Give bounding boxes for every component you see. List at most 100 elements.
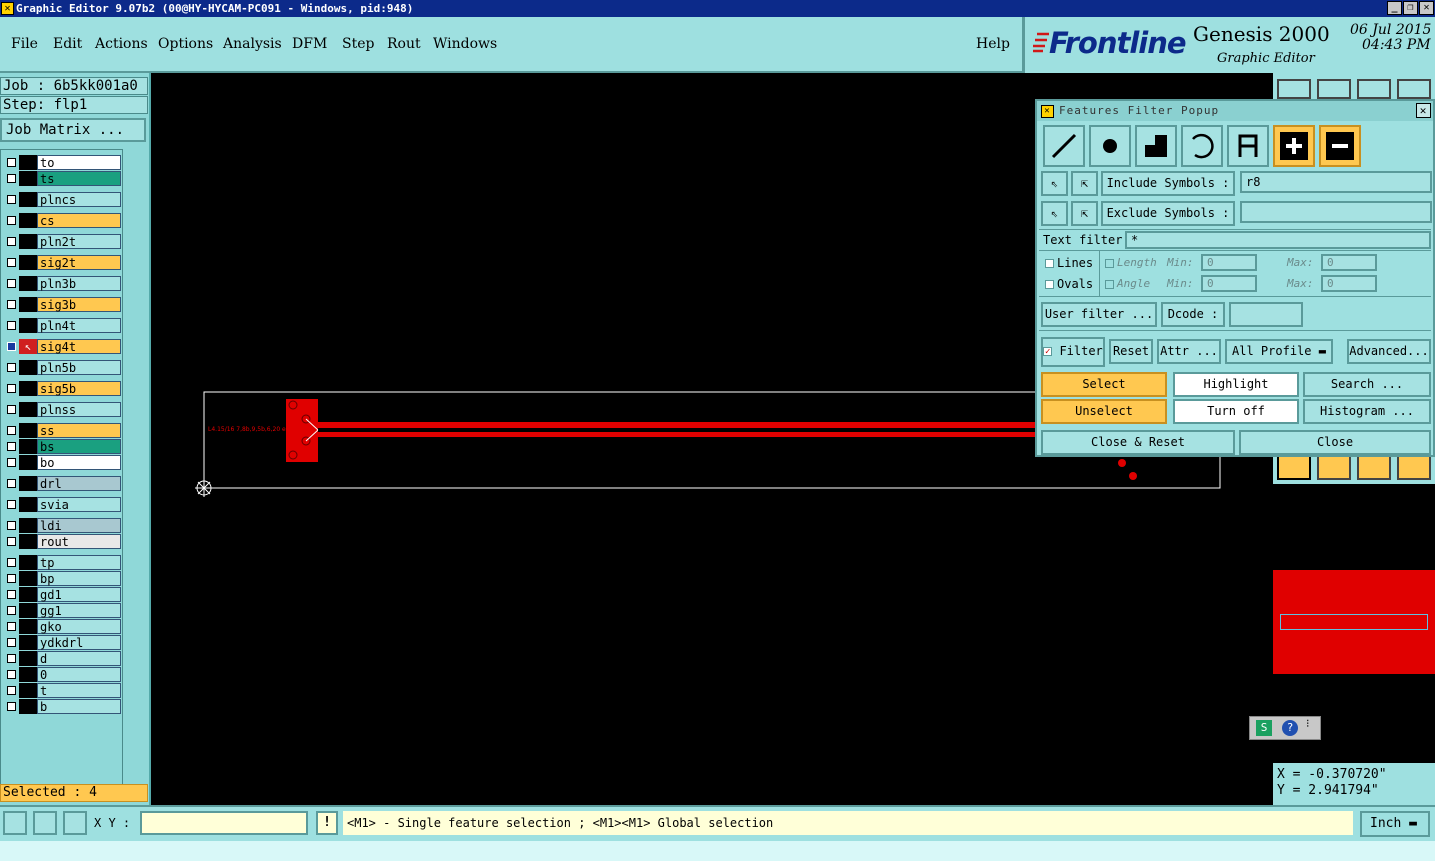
- layer-row-tp[interactable]: tp: [5, 555, 121, 570]
- layer-name[interactable]: ss: [37, 423, 121, 438]
- layer-checkbox[interactable]: [7, 363, 16, 372]
- layer-checkbox[interactable]: [7, 426, 16, 435]
- layer-name[interactable]: bo: [37, 455, 121, 470]
- layer-name[interactable]: sig4t: [37, 339, 121, 354]
- layer-checkbox[interactable]: [7, 216, 16, 225]
- layer-row-bo[interactable]: bo: [5, 455, 121, 470]
- layer-row-t[interactable]: t: [5, 683, 121, 698]
- layer-row-sig5b[interactable]: sig5b: [5, 381, 121, 396]
- lines-checkbox[interactable]: [1045, 259, 1054, 268]
- layer-row-plncs[interactable]: plncs: [5, 192, 121, 207]
- layer-checkbox[interactable]: [7, 654, 16, 663]
- close-reset-button[interactable]: Close & Reset: [1041, 430, 1235, 455]
- advanced-button[interactable]: Advanced...: [1347, 339, 1431, 364]
- minimize-icon[interactable]: _: [1387, 1, 1402, 15]
- layer-row-drl[interactable]: drl: [5, 476, 121, 491]
- layer-affected-indicator[interactable]: [19, 603, 37, 618]
- length-checkbox[interactable]: [1105, 259, 1114, 268]
- layer-name[interactable]: pln3b: [37, 276, 121, 291]
- layer-row-0[interactable]: 0: [5, 667, 121, 682]
- layer-row-bp[interactable]: bp: [5, 571, 121, 586]
- exclude-symbols-input[interactable]: [1240, 201, 1432, 223]
- layer-affected-indicator[interactable]: [19, 276, 37, 291]
- layer-affected-indicator[interactable]: [19, 587, 37, 602]
- layer-name[interactable]: ydkdrl: [37, 635, 121, 650]
- surface-feature-icon[interactable]: [1135, 125, 1177, 167]
- layer-name[interactable]: gd1: [37, 587, 121, 602]
- maximize-icon[interactable]: ❐: [1403, 1, 1418, 15]
- layer-checkbox[interactable]: [7, 702, 16, 711]
- layer-checkbox[interactable]: [7, 300, 16, 309]
- histogram-button[interactable]: Histogram ...: [1303, 399, 1431, 424]
- close-button[interactable]: Close: [1239, 430, 1431, 455]
- layer-name[interactable]: plnss: [37, 402, 121, 417]
- menu-windows[interactable]: Windows: [433, 36, 497, 52]
- unselect-button[interactable]: Unselect: [1041, 399, 1167, 424]
- chevron-down-icon[interactable]: ⁝: [1306, 717, 1310, 730]
- layer-affected-indicator[interactable]: [19, 699, 37, 714]
- layer-row-pln4t[interactable]: pln4t: [5, 318, 121, 333]
- menu-actions[interactable]: Actions: [95, 36, 148, 52]
- popup-title-bar[interactable]: ✕ Features Filter Popup ✕: [1037, 101, 1433, 121]
- layer-checkbox[interactable]: [7, 521, 16, 530]
- grid-icon[interactable]: [63, 811, 87, 835]
- zoom-fit-icon[interactable]: [1357, 79, 1391, 99]
- angle-checkbox[interactable]: [1105, 280, 1114, 289]
- layer-affected-indicator[interactable]: [19, 171, 37, 186]
- layer-name[interactable]: ldi: [37, 518, 121, 533]
- text-feature-icon[interactable]: [1227, 125, 1269, 167]
- layer-checkbox[interactable]: [7, 342, 16, 351]
- layer-name[interactable]: rout: [37, 534, 121, 549]
- menu-edit[interactable]: Edit: [53, 36, 82, 52]
- layer-name[interactable]: 0: [37, 667, 121, 682]
- dcode-input[interactable]: [1229, 302, 1303, 327]
- layer-affected-indicator[interactable]: [19, 534, 37, 549]
- menu-dfm[interactable]: DFM: [292, 36, 327, 52]
- layer-affected-indicator[interactable]: [19, 497, 37, 512]
- layer-name[interactable]: bs: [37, 439, 121, 454]
- line-feature-icon[interactable]: [1043, 125, 1085, 167]
- positive-polarity-icon[interactable]: [1273, 125, 1315, 167]
- zoom-box-icon[interactable]: [1317, 79, 1351, 99]
- angle-min-input[interactable]: 0: [1201, 275, 1257, 292]
- layer-affected-indicator[interactable]: [19, 192, 37, 207]
- layer-name[interactable]: b: [37, 699, 121, 714]
- units-dropdown[interactable]: Inch ▬: [1360, 811, 1430, 837]
- snap-grid-icon[interactable]: [3, 811, 27, 835]
- pad-feature-icon[interactable]: [1089, 125, 1131, 167]
- menu-rout[interactable]: Rout: [387, 36, 421, 52]
- layer-row-cs[interactable]: cs: [5, 213, 121, 228]
- layer-row-b[interactable]: b: [5, 699, 121, 714]
- select-button[interactable]: Select: [1041, 372, 1167, 397]
- layer-row-ydkdrl[interactable]: ydkdrl: [5, 635, 121, 650]
- layer-row-svia[interactable]: svia: [5, 497, 121, 512]
- layer-affected-indicator[interactable]: [19, 455, 37, 470]
- layer-row-sig3b[interactable]: sig3b: [5, 297, 121, 312]
- overview-map[interactable]: [1273, 570, 1435, 674]
- highlight-button[interactable]: Highlight: [1173, 372, 1299, 397]
- layer-row-pln5b[interactable]: pln5b: [5, 360, 121, 375]
- layer-affected-indicator[interactable]: [19, 667, 37, 682]
- all-profile-dropdown[interactable]: All Profile ▬: [1225, 339, 1333, 364]
- include-symbols-input[interactable]: r8: [1240, 171, 1432, 193]
- layer-name[interactable]: gko: [37, 619, 121, 634]
- exclude-add-icon[interactable]: ⇱: [1071, 201, 1098, 226]
- menu-analysis[interactable]: Analysis: [223, 36, 282, 52]
- filter-toggle[interactable]: ✓ Filter: [1041, 337, 1105, 367]
- layer-name[interactable]: ts: [37, 171, 121, 186]
- layer-affected-indicator[interactable]: [19, 234, 37, 249]
- popup-close-icon[interactable]: ✕: [1416, 103, 1431, 118]
- layer-name[interactable]: d: [37, 651, 121, 666]
- length-max-input[interactable]: 0: [1321, 254, 1377, 271]
- layer-affected-indicator[interactable]: [19, 651, 37, 666]
- layer-checkbox[interactable]: [7, 479, 16, 488]
- layer-name[interactable]: sig3b: [37, 297, 121, 312]
- arc-feature-icon[interactable]: [1181, 125, 1223, 167]
- layer-checkbox[interactable]: [7, 384, 16, 393]
- layer-row-plnss[interactable]: plnss: [5, 402, 121, 417]
- layer-row-gg1[interactable]: gg1: [5, 603, 121, 618]
- include-add-icon[interactable]: ⇱: [1071, 171, 1098, 196]
- layer-checkbox[interactable]: [7, 405, 16, 414]
- layer-checkbox[interactable]: [7, 158, 16, 167]
- reset-button[interactable]: Reset: [1109, 339, 1153, 364]
